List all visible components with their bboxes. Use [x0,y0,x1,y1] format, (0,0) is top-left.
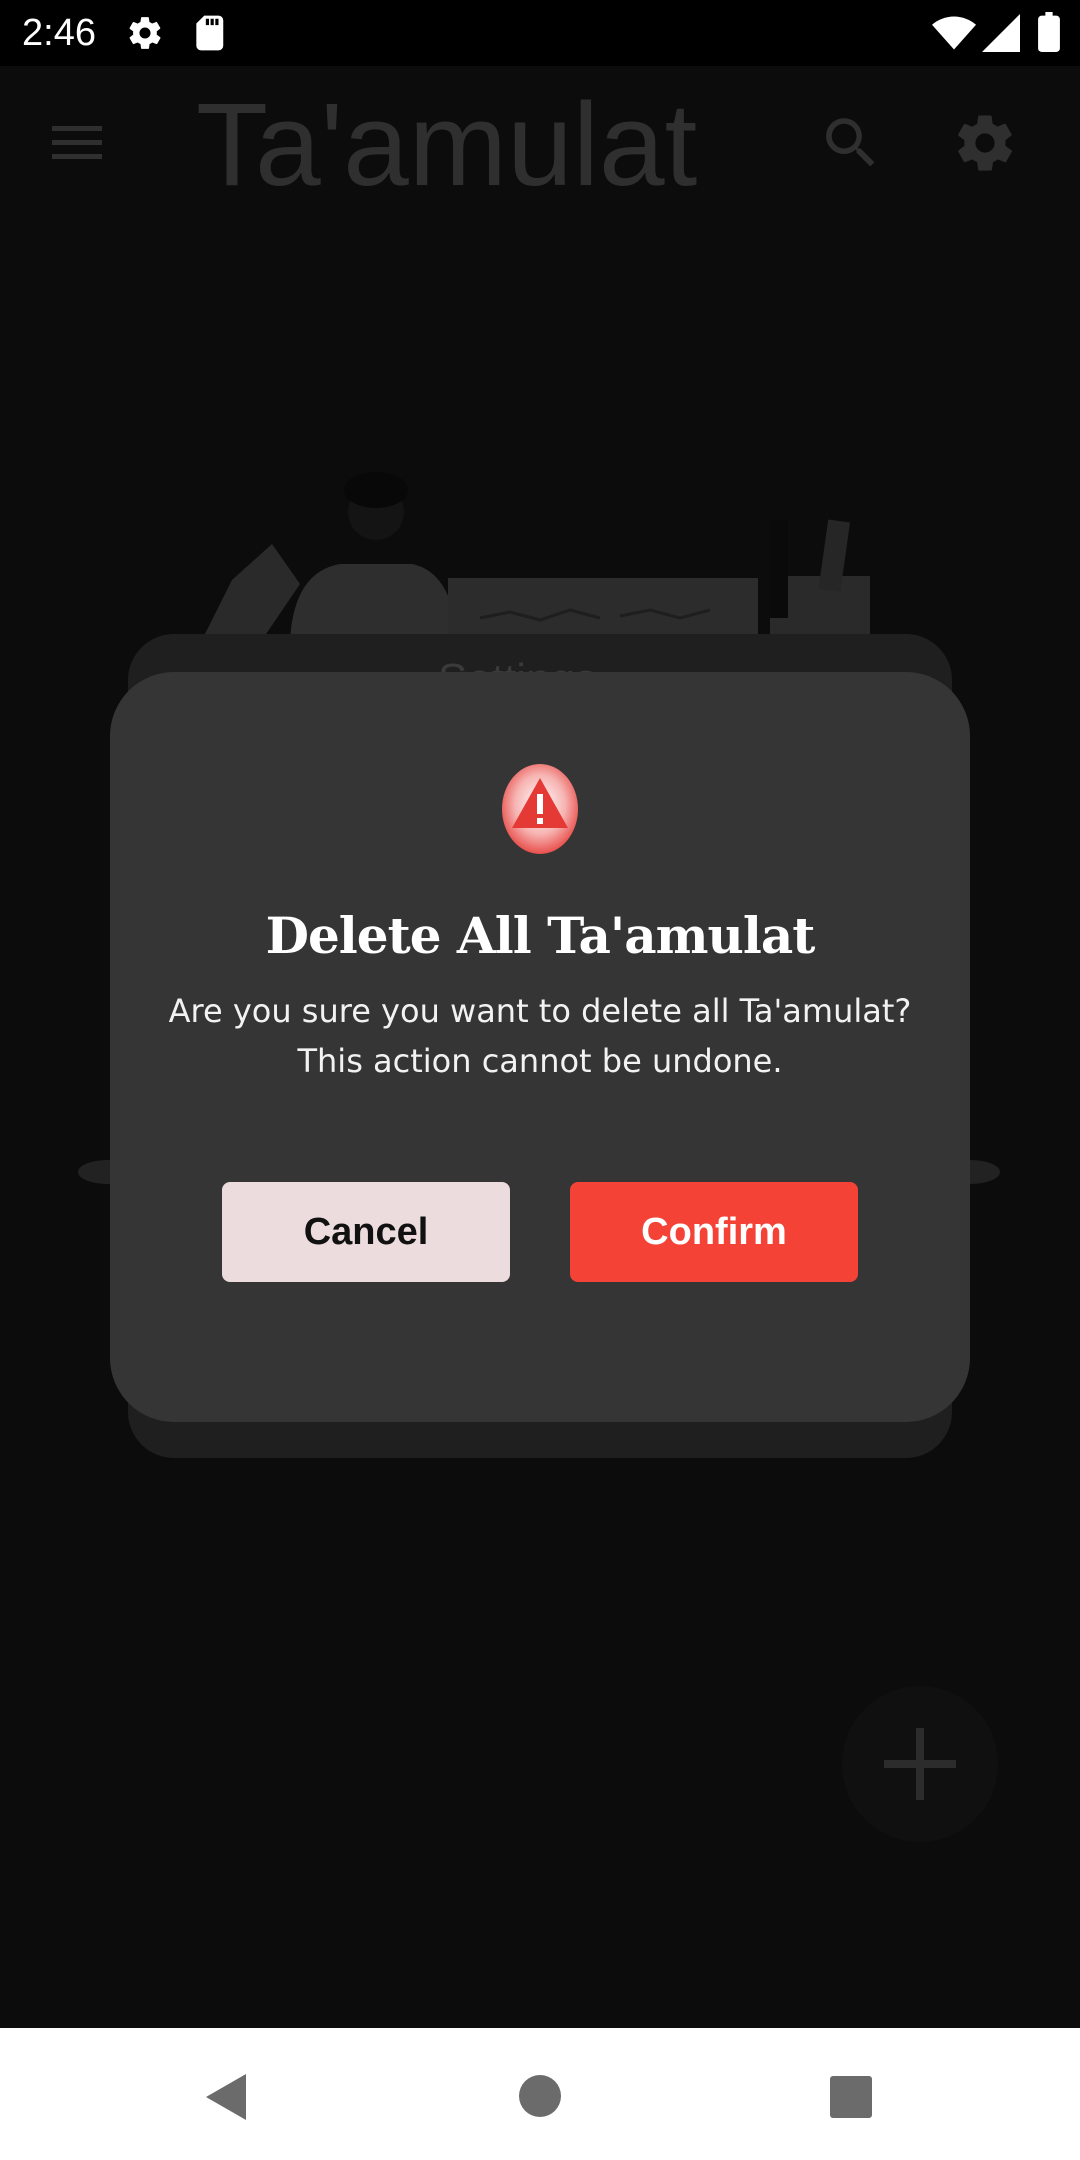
sd-card-icon [196,15,224,51]
plus-icon [884,1728,956,1800]
delete-all-dialog: Delete All Ta'amulat Are you sure you wa… [110,672,970,1422]
back-icon[interactable] [204,2072,250,2122]
settings-icon[interactable] [952,110,1018,176]
dialog-message-line-2: This action cannot be undone. [297,1042,783,1080]
warning-icon [502,764,578,854]
app-title: Ta'amulat [196,79,698,211]
status-time: 2:46 [22,12,96,54]
cancel-button[interactable]: Cancel [222,1182,510,1282]
confirm-button[interactable]: Confirm [570,1182,858,1282]
status-bar: 2:46 [0,0,1080,66]
battery-icon [1038,12,1060,52]
empty-state-illustration [202,472,870,640]
app-bar: Ta'amulat [0,66,1080,216]
menu-icon[interactable] [48,122,106,164]
wifi-icon [932,16,976,50]
dialog-message: Are you sure you want to delete all Ta'a… [150,986,930,1086]
dialog-title: Delete All Ta'amulat [265,906,816,965]
home-icon[interactable] [518,2074,562,2118]
gear-icon [129,17,161,49]
recents-icon[interactable] [828,2074,874,2120]
search-icon[interactable] [818,110,884,176]
signal-icon [982,14,1020,52]
add-button[interactable] [842,1686,998,1842]
navigation-bar [0,2028,1080,2160]
dialog-message-line-1: Are you sure you want to delete all Ta'a… [168,992,912,1030]
